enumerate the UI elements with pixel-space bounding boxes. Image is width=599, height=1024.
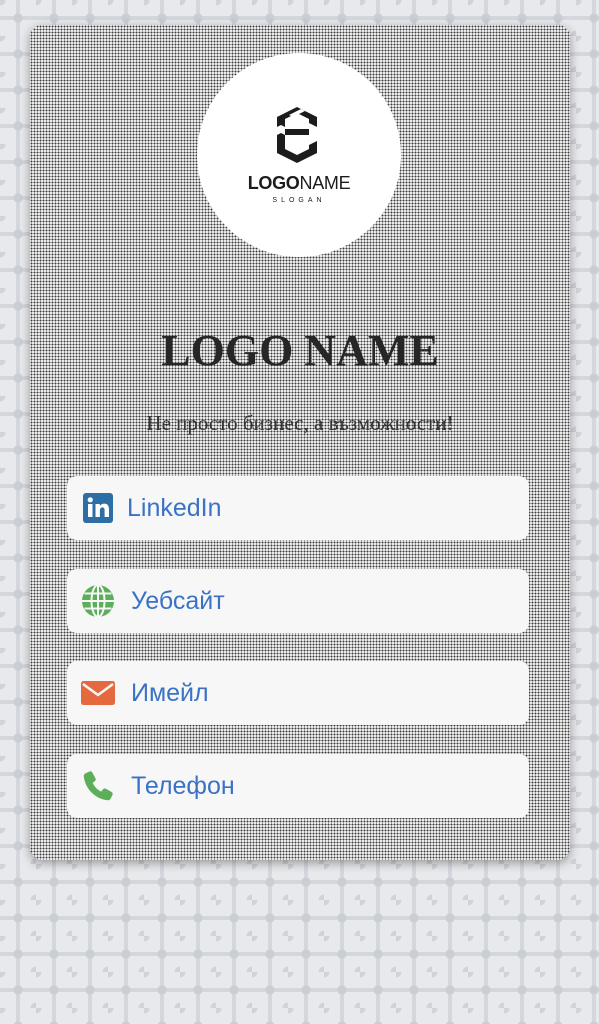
logo-word-bold: LOGO [247, 173, 300, 193]
email-button[interactable]: Имейл [67, 661, 529, 725]
email-label: Имейл [131, 679, 209, 707]
linkedin-icon [83, 493, 113, 523]
profile-card: LOGONAME SLOGAN LOGO NAME Не просто бизн… [30, 25, 570, 860]
phone-button[interactable]: Телефон [67, 754, 529, 818]
website-label: Уебсайт [131, 587, 225, 615]
logo-wordmark: LOGONAME [197, 173, 401, 194]
phone-icon [83, 771, 113, 801]
phone-label: Телефон [131, 772, 235, 800]
globe-icon [82, 584, 114, 618]
envelope-icon [81, 681, 115, 705]
logo-slogan: SLOGAN [272, 197, 326, 204]
logo-badge: LOGONAME SLOGAN [197, 53, 401, 257]
page-title: LOGO NAME [161, 326, 439, 375]
logo-word-light: NAME [299, 173, 351, 193]
tagline: Не просто бизнес, а възможности! [146, 411, 454, 435]
logo-mark-icon [277, 107, 317, 163]
linkedin-button[interactable]: LinkedIn [67, 476, 529, 540]
linkedin-label: LinkedIn [127, 494, 222, 522]
website-button[interactable]: Уебсайт [67, 569, 529, 633]
